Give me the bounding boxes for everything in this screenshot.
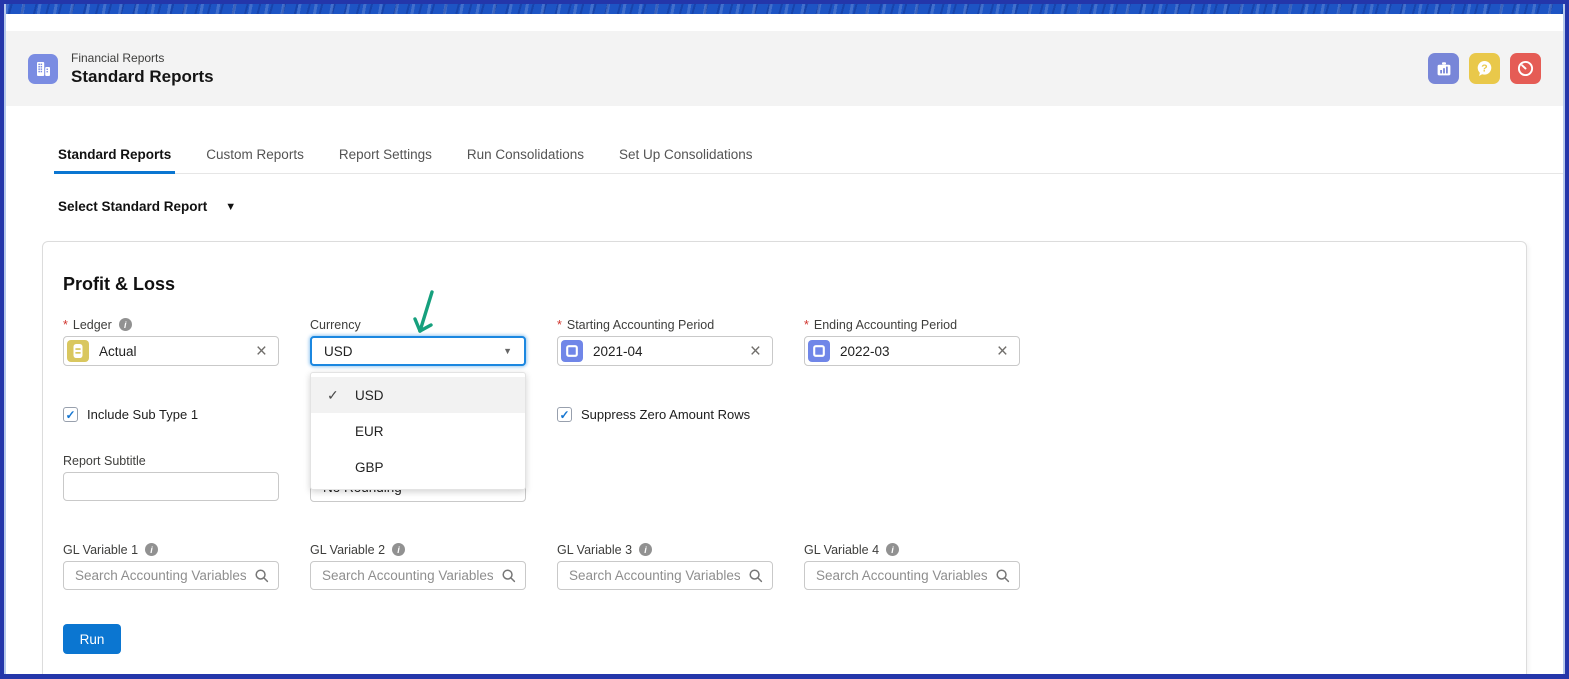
select-standard-report-dropdown[interactable]: Select Standard Report ▼ bbox=[58, 199, 1565, 214]
gl-variable-1-field: GL Variable 1 i bbox=[63, 542, 279, 590]
search-icon bbox=[995, 568, 1011, 584]
checkbox-icon: ✓ bbox=[557, 407, 572, 422]
gl-variable-3-field: GL Variable 3 i bbox=[557, 542, 773, 590]
currency-dropdown: ✓ USD EUR GBP bbox=[310, 372, 526, 490]
currency-select[interactable]: USD ▼ bbox=[310, 336, 526, 366]
starting-period-value: 2021-04 bbox=[593, 344, 749, 359]
info-icon[interactable]: i bbox=[639, 543, 652, 556]
tab-bar: Standard Reports Custom Reports Report S… bbox=[54, 147, 1563, 174]
chevron-down-icon: ▼ bbox=[225, 201, 236, 213]
buildings-icon bbox=[34, 60, 52, 78]
tab-set-up-consolidations[interactable]: Set Up Consolidations bbox=[615, 147, 757, 173]
clear-icon[interactable]: × bbox=[749, 342, 762, 361]
required-asterisk: * bbox=[804, 318, 809, 332]
starting-period-label: * Starting Accounting Period bbox=[557, 317, 773, 332]
tab-standard-reports[interactable]: Standard Reports bbox=[54, 147, 175, 174]
currency-label: Currency bbox=[310, 317, 526, 332]
gl-variable-3-label: GL Variable 3 i bbox=[557, 542, 773, 557]
help-icon: ? bbox=[1475, 59, 1494, 78]
clear-icon[interactable]: × bbox=[996, 342, 1009, 361]
clear-icon[interactable]: × bbox=[255, 342, 268, 361]
currency-option-eur[interactable]: EUR bbox=[311, 413, 525, 449]
gl-variable-1-input[interactable] bbox=[63, 561, 279, 590]
currency-option-gbp[interactable]: GBP bbox=[311, 449, 525, 485]
gl-variable-2-input[interactable] bbox=[310, 561, 526, 590]
gauge-icon bbox=[1516, 59, 1535, 78]
ending-period-input[interactable]: 2022-03 × bbox=[804, 336, 1020, 366]
report-form-card: Profit & Loss * Ledger i bbox=[42, 241, 1527, 679]
form-row-2: ✓ Include Sub Type 1 ✓ Suppress Zero Amo… bbox=[63, 406, 1506, 423]
search-icon bbox=[254, 568, 270, 584]
tab-run-consolidations[interactable]: Run Consolidations bbox=[463, 147, 588, 173]
gl-variable-4-field: GL Variable 4 i bbox=[804, 542, 1020, 590]
ending-period-label: * Ending Accounting Period bbox=[804, 317, 1020, 332]
form-row-3: Report Subtitle No Rounding ▼ bbox=[63, 453, 1506, 502]
header-actions: ? bbox=[1428, 53, 1541, 84]
tab-custom-reports[interactable]: Custom Reports bbox=[202, 147, 308, 173]
gl-variable-3-input[interactable] bbox=[557, 561, 773, 590]
required-asterisk: * bbox=[557, 318, 562, 332]
accounting-period-icon bbox=[808, 340, 830, 362]
select-standard-report-label: Select Standard Report bbox=[58, 199, 207, 214]
help-icon-button[interactable]: ? bbox=[1469, 53, 1500, 84]
form-row-4: GL Variable 1 i GL Variable 2 i bbox=[63, 542, 1506, 590]
ledger-field: * Ledger i Actual × bbox=[63, 317, 279, 366]
report-title: Profit & Loss bbox=[63, 274, 1506, 295]
info-icon[interactable]: i bbox=[145, 543, 158, 556]
report-subtitle-field: Report Subtitle bbox=[63, 453, 279, 502]
browser-theme-strip bbox=[6, 4, 1563, 14]
ledger-value: Actual bbox=[99, 344, 255, 359]
page-title: Standard Reports bbox=[71, 67, 214, 87]
gauge-icon-button[interactable] bbox=[1510, 53, 1541, 84]
header-title-group: Financial Reports Standard Reports bbox=[28, 51, 214, 87]
gl-variable-2-label: GL Variable 2 i bbox=[310, 542, 526, 557]
info-icon[interactable]: i bbox=[119, 318, 132, 331]
gl-variable-4-input[interactable] bbox=[804, 561, 1020, 590]
accounting-period-icon bbox=[561, 340, 583, 362]
suppress-zero-checkbox[interactable]: ✓ Suppress Zero Amount Rows bbox=[557, 406, 773, 423]
info-icon[interactable]: i bbox=[886, 543, 899, 556]
ledger-label: * Ledger i bbox=[63, 317, 279, 332]
svg-text:?: ? bbox=[1481, 62, 1487, 74]
currency-field: Currency USD ▼ ✓ USD bbox=[310, 317, 526, 366]
search-icon bbox=[501, 568, 517, 584]
include-sub-type-checkbox[interactable]: ✓ Include Sub Type 1 bbox=[63, 406, 279, 423]
tab-report-settings[interactable]: Report Settings bbox=[335, 147, 436, 173]
page-header: Financial Reports Standard Reports bbox=[6, 31, 1563, 106]
check-icon: ✓ bbox=[327, 387, 355, 404]
currency-option-usd[interactable]: ✓ USD bbox=[311, 377, 525, 413]
form-row-1: * Ledger i Actual × bbox=[63, 317, 1506, 366]
app-window: Financial Reports Standard Reports bbox=[0, 0, 1569, 679]
required-asterisk: * bbox=[63, 318, 68, 332]
header-titles: Financial Reports Standard Reports bbox=[71, 51, 214, 87]
report-chart-icon bbox=[1435, 60, 1453, 78]
ledger-icon bbox=[67, 340, 89, 362]
ending-period-value: 2022-03 bbox=[840, 344, 996, 359]
financial-reports-app-icon bbox=[28, 54, 58, 84]
ledger-input[interactable]: Actual × bbox=[63, 336, 279, 366]
chevron-down-icon: ▼ bbox=[503, 346, 512, 356]
app-label: Financial Reports bbox=[71, 51, 214, 65]
starting-period-input[interactable]: 2021-04 × bbox=[557, 336, 773, 366]
search-icon bbox=[748, 568, 764, 584]
checkbox-icon: ✓ bbox=[63, 407, 78, 422]
report-subtitle-label: Report Subtitle bbox=[63, 453, 279, 468]
report-chart-icon-button[interactable] bbox=[1428, 53, 1459, 84]
gl-variable-4-label: GL Variable 4 i bbox=[804, 542, 1020, 557]
run-button[interactable]: Run bbox=[63, 624, 121, 654]
info-icon[interactable]: i bbox=[392, 543, 405, 556]
gl-variable-1-label: GL Variable 1 i bbox=[63, 542, 279, 557]
gl-variable-2-field: GL Variable 2 i bbox=[310, 542, 526, 590]
currency-value: USD bbox=[324, 344, 353, 359]
starting-period-field: * Starting Accounting Period 2021-04 × bbox=[557, 317, 773, 366]
ending-period-field: * Ending Accounting Period 2022-03 × bbox=[804, 317, 1020, 366]
report-subtitle-input[interactable] bbox=[63, 472, 279, 501]
